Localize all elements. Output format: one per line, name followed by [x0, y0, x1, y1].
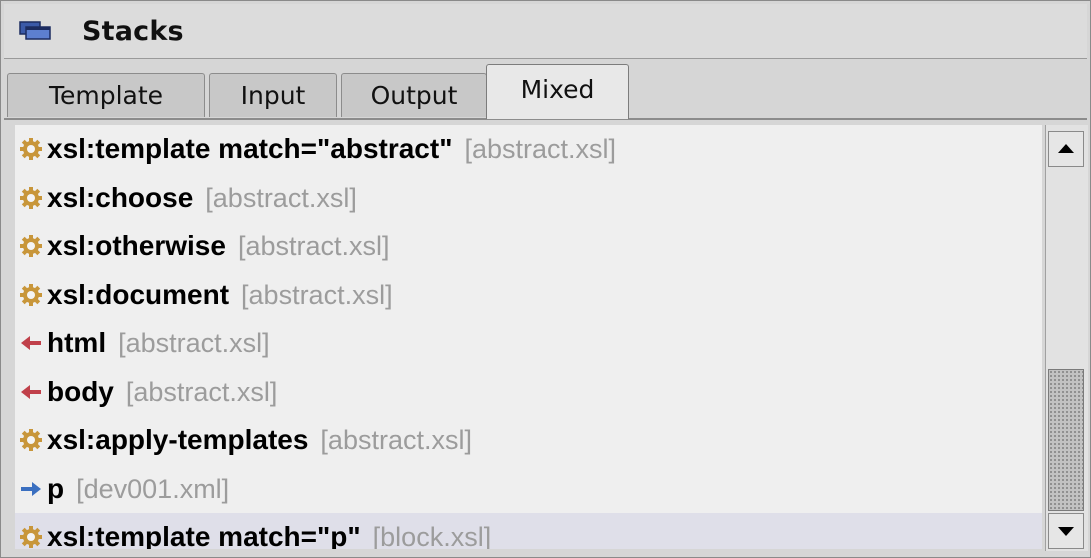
tab-output[interactable]: Output — [341, 73, 487, 117]
arrow-up-icon — [1058, 144, 1074, 153]
gear-icon — [20, 138, 42, 160]
arrow-down-icon — [1058, 527, 1074, 536]
stack-item-file: [abstract.xsl] — [125, 376, 278, 407]
stack-list-item[interactable]: body [abstract.xsl] — [15, 368, 1042, 416]
arrow-left-red-icon — [21, 336, 41, 350]
arrow-right-blue-icon — [21, 481, 41, 496]
stack-item-text: body [abstract.xsl] — [47, 368, 277, 417]
stack-item-file: [abstract.xsl] — [464, 134, 617, 164]
stack-item-text: xsl:template match="abstract" [abstract.x… — [47, 125, 616, 174]
stack-item-text: xsl:template match="p" [block.xsl] — [47, 513, 491, 549]
arrow-left-red-icon — [21, 384, 41, 399]
panel-title: Stacks — [82, 16, 184, 47]
stack-item-file: [abstract.xsl] — [118, 328, 270, 358]
stack-item-name: html — [47, 327, 107, 358]
stack-item-name: p — [47, 472, 65, 504]
gear-icon — [20, 235, 42, 257]
scroll-thumb[interactable] — [1048, 369, 1084, 511]
stack-item-file: [abstract.xsl] — [241, 279, 393, 310]
stack-item-file: [abstract.xsl] — [237, 231, 390, 261]
stack-list-item[interactable]: xsl:choose [abstract.xsl] — [15, 174, 1042, 222]
stack-item-text: p [dev001.xml] — [47, 465, 229, 514]
stack-list-item[interactable]: xsl:template match="abstract" [abstract.x… — [15, 125, 1042, 173]
stack-list-item[interactable]: html [abstract.xsl] — [15, 319, 1042, 367]
stack-list-item[interactable]: xsl:apply-templates [abstract.xsl] — [15, 416, 1042, 464]
stack-list-item[interactable]: xsl:otherwise [abstract.xsl] — [15, 222, 1042, 270]
stack-item-file: [dev001.xml] — [76, 473, 230, 504]
tab-template[interactable]: Template — [7, 73, 205, 117]
stack-list-item[interactable]: xsl:document [abstract.xsl] — [15, 271, 1042, 319]
stack-list-item[interactable]: p [dev001.xml] — [15, 465, 1042, 513]
stack-windows-icon — [19, 21, 51, 40]
stack-item-name: body — [47, 375, 114, 407]
tab-strip: Template Input Output Mixed — [4, 63, 1087, 119]
stacks-panel: Stacks Template Input Output Mixed xsl:t… — [0, 0, 1091, 558]
panel-title-bar: Stacks — [4, 4, 1087, 59]
stack-item-name: xsl:apply-templates — [47, 424, 309, 455]
stack-item-file: [block.xsl] — [372, 522, 492, 549]
stack-item-text: html [abstract.xsl] — [47, 319, 270, 368]
stack-item-text: xsl:choose [abstract.xsl] — [47, 174, 357, 223]
stack-item-name: xsl:template match="p" — [47, 521, 361, 549]
stack-item-file: [abstract.xsl] — [320, 425, 472, 455]
gear-icon — [20, 429, 42, 451]
tab-input[interactable]: Input — [209, 73, 337, 117]
tab-mixed[interactable]: Mixed — [486, 64, 629, 119]
scroll-up-button[interactable] — [1048, 131, 1084, 167]
stack-list[interactable]: xsl:template match="abstract" [abstract.x… — [15, 125, 1042, 549]
stack-item-text: xsl:document [abstract.xsl] — [47, 271, 393, 320]
scroll-down-button[interactable] — [1048, 513, 1084, 549]
stack-item-file: [abstract.xsl] — [205, 182, 357, 213]
stack-item-name: xsl:template match="abstract" — [47, 133, 453, 164]
gear-icon — [20, 526, 42, 548]
stack-item-name: xsl:document — [47, 278, 230, 310]
stack-item-name: xsl:otherwise — [47, 230, 226, 261]
stack-item-name: xsl:choose — [47, 181, 194, 213]
gear-icon — [20, 186, 42, 209]
vertical-scrollbar[interactable] — [1045, 125, 1088, 551]
stack-list-item[interactable]: xsl:template match="p" [block.xsl] — [15, 513, 1042, 549]
stack-item-text: xsl:apply-templates [abstract.xsl] — [47, 416, 472, 465]
stack-item-text: xsl:otherwise [abstract.xsl] — [47, 222, 390, 271]
gear-icon — [20, 283, 42, 306]
